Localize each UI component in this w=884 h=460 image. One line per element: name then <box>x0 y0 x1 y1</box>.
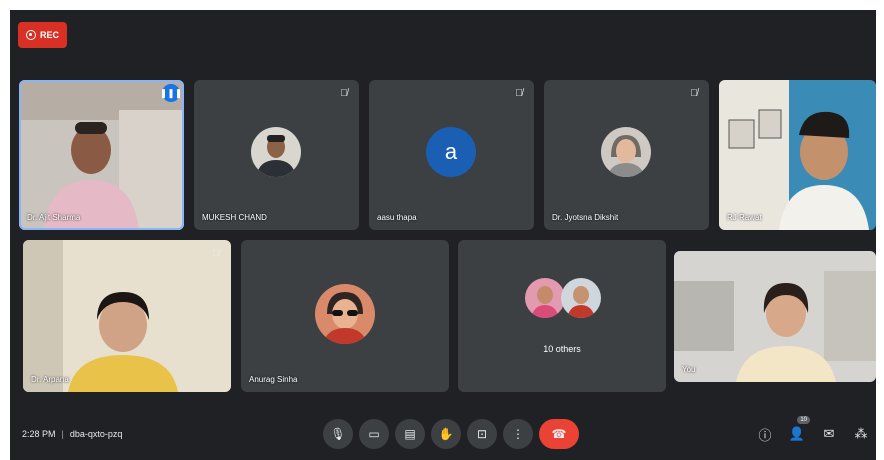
captions-button[interactable]: ▤ <box>395 419 425 449</box>
participant-avatar <box>251 127 301 177</box>
participant-video <box>23 240 231 392</box>
call-controls: 🎙 ▭ ▤ ✋ ⊡ ⋮ ☎ <box>323 419 579 449</box>
meeting-separator: | <box>61 429 64 439</box>
participant-video <box>719 80 876 230</box>
participant-name: Dr. Jyotsna Dikshit <box>552 213 619 222</box>
participant-video <box>674 251 876 382</box>
participant-name: You <box>682 365 696 374</box>
participant-tile[interactable]: 🎙̸ Dr. Arpana <box>23 240 231 392</box>
participant-tile[interactable]: Anurag Sinha <box>241 240 449 392</box>
self-view-tile[interactable]: You <box>674 251 876 382</box>
chat-icon: ✉ <box>823 426 835 441</box>
participant-name: Dr. Ajit Sharma <box>27 213 81 222</box>
mic-off-icon: 🎙̸ <box>690 87 698 99</box>
record-icon <box>26 30 36 40</box>
leave-call-button[interactable]: ☎ <box>539 419 579 449</box>
participant-tile[interactable]: a 🎙̸ aasu thapa <box>369 80 534 230</box>
participant-name: Anurag Sinha <box>249 375 298 384</box>
participant-video <box>19 80 184 230</box>
present-button[interactable]: ⊡ <box>467 419 497 449</box>
avatar-letter: a <box>444 139 458 164</box>
more-options-button[interactable]: ⋮ <box>503 419 533 449</box>
captions-icon: ▤ <box>404 427 416 441</box>
info-icon: ⓘ <box>758 427 772 443</box>
more-vert-icon: ⋮ <box>512 427 524 441</box>
mic-off-icon: 🎙̸ <box>212 247 220 259</box>
mic-off-icon: 🎙̸ <box>340 87 348 99</box>
activities-button[interactable]: ⁂ <box>852 425 870 443</box>
hand-icon: ✋ <box>438 427 454 441</box>
participant-name: Dr. Arpana <box>31 375 69 384</box>
meet-stage: REC ❚❚❚ Dr. Ajit Sharma 🎙̸ MUKESH CHAND <box>10 10 876 460</box>
participant-count-badge: 10 <box>797 416 810 424</box>
participant-avatar: a <box>426 127 476 177</box>
people-button[interactable]: 👤 10 <box>788 416 810 443</box>
speaking-icon: ❚❚❚ <box>160 84 182 102</box>
raise-hand-button[interactable]: ✋ <box>431 419 461 449</box>
side-controls: ⓘ 👤 10 ✉ ⁂ <box>756 416 870 443</box>
mic-button[interactable]: 🎙 <box>323 419 353 449</box>
meeting-info: 2:28 PM | dba-qxto-pzq <box>22 429 122 439</box>
participant-avatar <box>601 127 651 177</box>
participant-avatar <box>315 284 375 344</box>
participant-avatar <box>561 278 601 318</box>
present-icon: ⊡ <box>476 427 488 441</box>
recording-badge: REC <box>18 22 68 48</box>
participant-name: MUKESH CHAND <box>202 213 267 222</box>
activities-icon: ⁂ <box>854 426 868 441</box>
camera-button[interactable]: ▭ <box>359 419 389 449</box>
end-call-icon: ☎ <box>551 427 567 441</box>
meeting-code: dba-qxto-pzq <box>69 429 123 439</box>
chat-button[interactable]: ✉ <box>820 425 838 443</box>
participant-tile[interactable]: ❚❚❚ Dr. Ajit Sharma <box>19 80 184 230</box>
participant-name: aasu thapa <box>377 213 417 222</box>
meeting-details-button[interactable]: ⓘ <box>756 425 774 443</box>
participant-tile[interactable]: RJ Rawat <box>719 80 876 230</box>
participant-tile[interactable]: 🎙̸ Dr. Jyotsna Dikshit <box>544 80 709 230</box>
meeting-time: 2:28 PM <box>22 429 56 439</box>
recording-label: REC <box>40 30 60 40</box>
mic-icon: 🎙 <box>330 427 346 441</box>
participant-tile[interactable]: 10 others <box>458 240 666 392</box>
participant-tile[interactable]: 🎙̸ MUKESH CHAND <box>194 80 359 230</box>
people-icon: 👤 <box>788 426 806 441</box>
participant-avatar <box>525 278 565 318</box>
participant-name: RJ Rawat <box>727 213 762 222</box>
others-label: 10 others <box>543 344 581 354</box>
mic-off-icon: 🎙̸ <box>515 87 523 99</box>
camera-icon: ▭ <box>368 427 380 441</box>
bottom-bar: 2:28 PM | dba-qxto-pzq 🎙 ▭ ▤ ✋ ⊡ ⋮ ☎ ⓘ 👤… <box>10 408 876 460</box>
